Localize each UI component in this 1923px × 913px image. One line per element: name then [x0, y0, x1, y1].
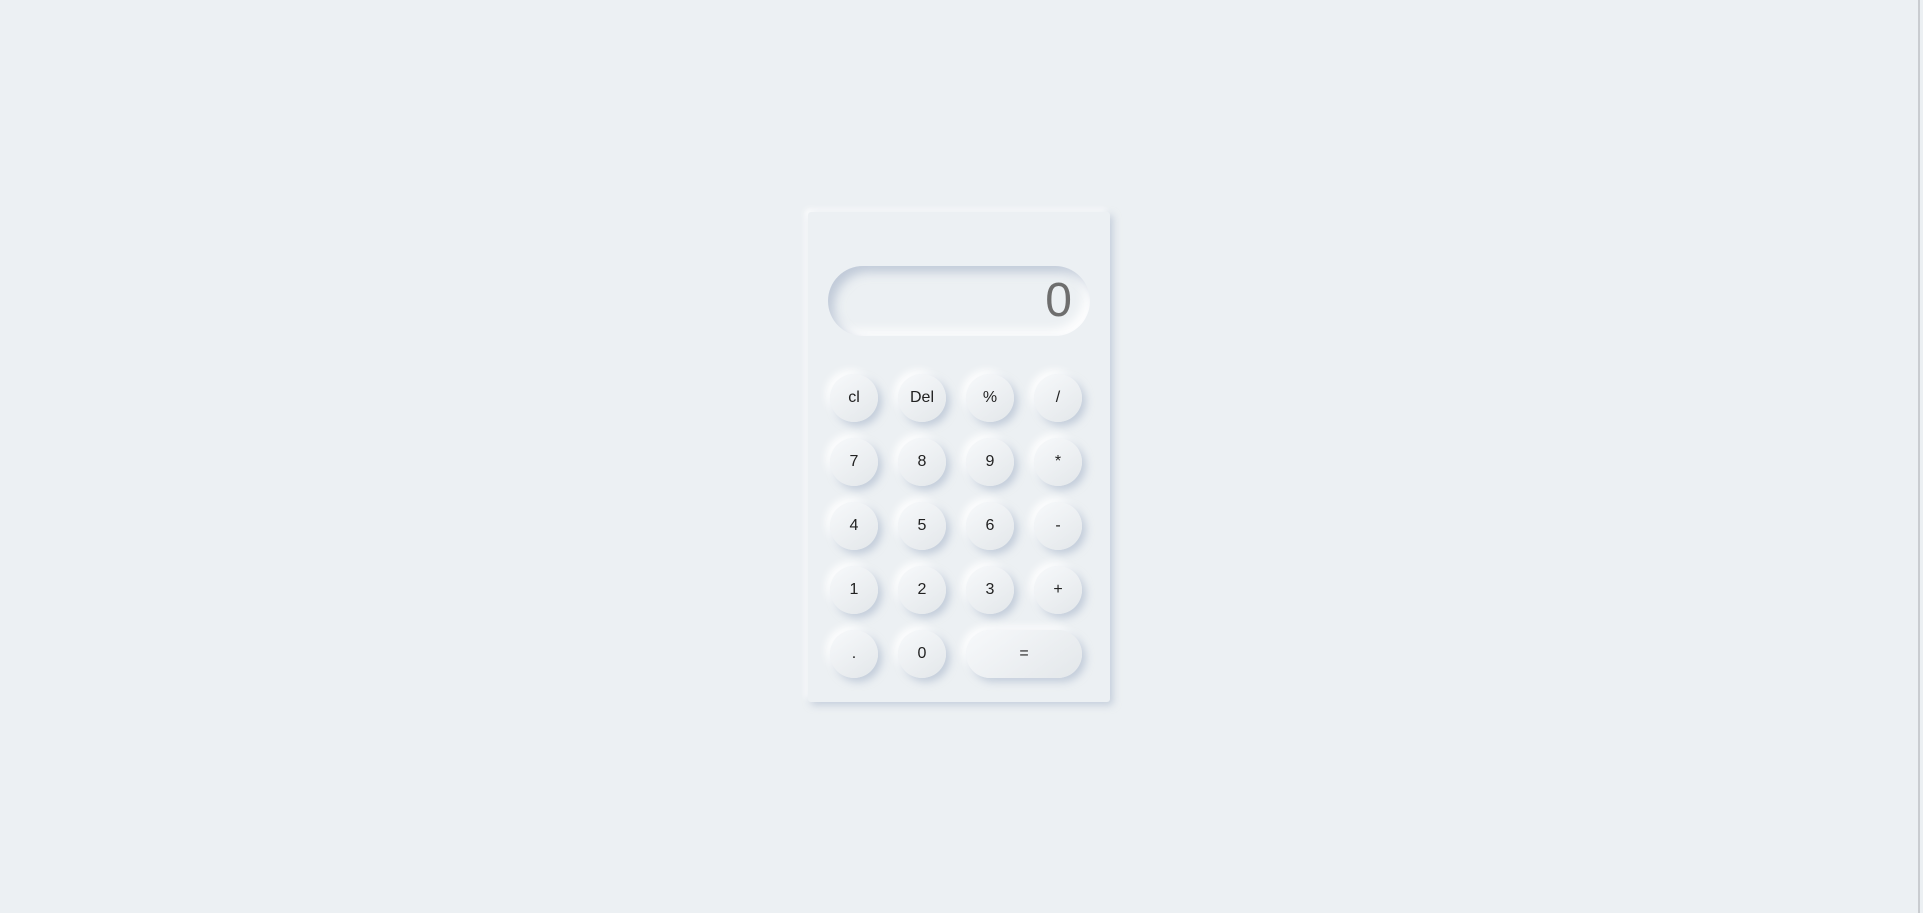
- delete-button[interactable]: Del: [898, 374, 946, 422]
- multiply-button[interactable]: *: [1034, 438, 1082, 486]
- digit-9-button[interactable]: 9: [966, 438, 1014, 486]
- digit-2-button[interactable]: 2: [898, 566, 946, 614]
- equals-button[interactable]: =: [966, 630, 1082, 678]
- digit-4-button[interactable]: 4: [830, 502, 878, 550]
- digit-6-button[interactable]: 6: [966, 502, 1014, 550]
- calculator: 0 cl Del % / 7 8 9 * 4 5 6 - 1 2 3 + . 0…: [808, 212, 1110, 702]
- digit-0-button[interactable]: 0: [898, 630, 946, 678]
- decimal-button[interactable]: .: [830, 630, 878, 678]
- window-edge: [1918, 0, 1920, 913]
- subtract-button[interactable]: -: [1034, 502, 1082, 550]
- digit-1-button[interactable]: 1: [830, 566, 878, 614]
- divide-button[interactable]: /: [1034, 374, 1082, 422]
- calculator-display: 0: [828, 266, 1090, 336]
- percent-button[interactable]: %: [966, 374, 1014, 422]
- digit-5-button[interactable]: 5: [898, 502, 946, 550]
- clear-button[interactable]: cl: [830, 374, 878, 422]
- add-button[interactable]: +: [1034, 566, 1082, 614]
- digit-3-button[interactable]: 3: [966, 566, 1014, 614]
- keypad: cl Del % / 7 8 9 * 4 5 6 - 1 2 3 + . 0 =: [830, 374, 1088, 678]
- digit-8-button[interactable]: 8: [898, 438, 946, 486]
- display-value: 0: [1045, 274, 1072, 327]
- digit-7-button[interactable]: 7: [830, 438, 878, 486]
